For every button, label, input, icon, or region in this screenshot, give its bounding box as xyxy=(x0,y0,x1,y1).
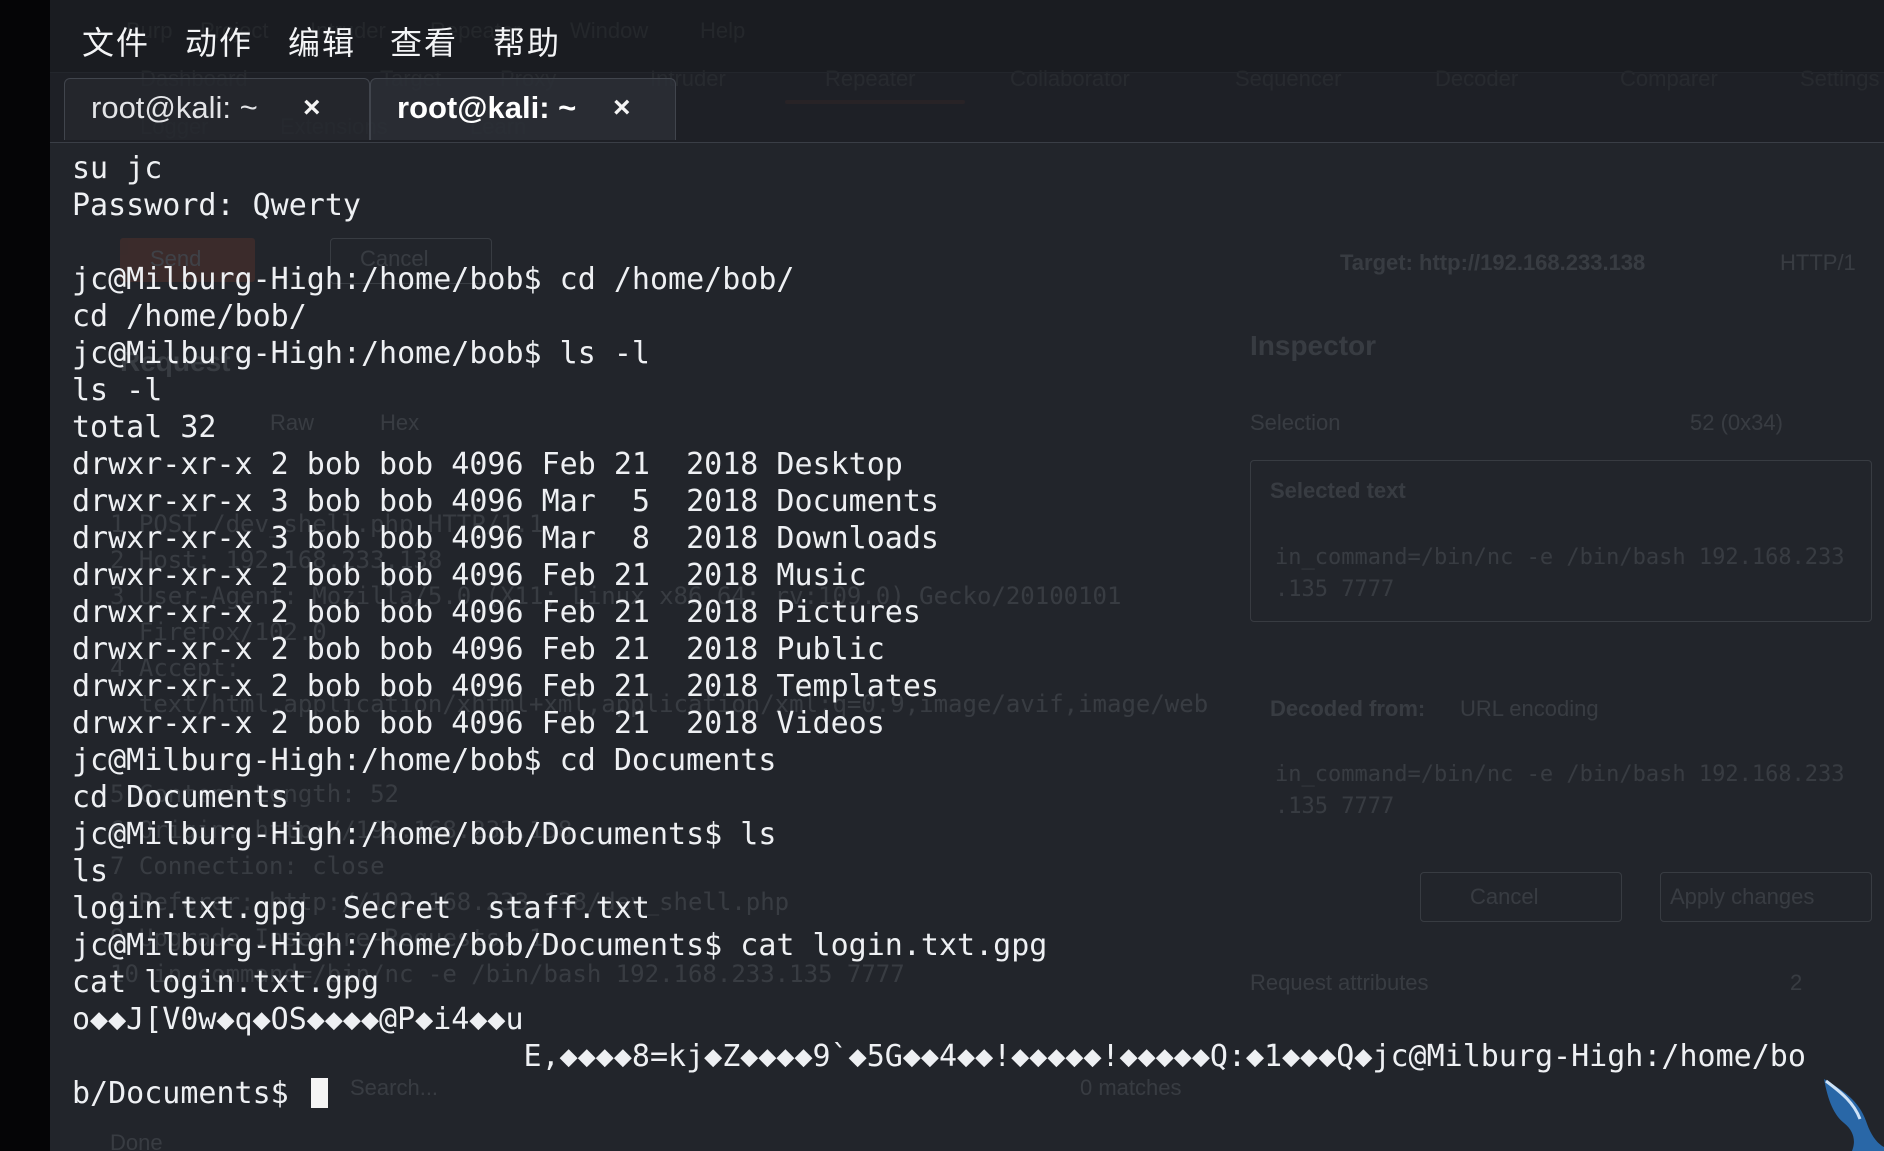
terminal-line: o◆◆J[V0w◆q◆OS◆◆◆◆@P◆i4◆◆u xyxy=(72,1002,524,1037)
terminal-output[interactable]: su jc Password: Qwerty jc@Milburg-High:/… xyxy=(72,150,1872,1140)
terminal-line: drwxr-xr-x 2 bob bob 4096 Feb 21 2018 Te… xyxy=(72,669,939,704)
terminal-prompt-line[interactable]: b/Documents$ xyxy=(72,1075,328,1112)
terminal-line: ls -l xyxy=(72,373,163,408)
tab-close-icon[interactable]: × xyxy=(613,79,631,137)
terminal-line: jc@Milburg-High:/home/bob$ ls -l xyxy=(72,336,650,371)
terminal-menubar: 文件 动作 编辑 查看 帮助 xyxy=(50,0,1884,73)
terminal-line: drwxr-xr-x 3 bob bob 4096 Mar 8 2018 Dow… xyxy=(72,521,939,556)
terminal-window[interactable]: Burp Project Intruder Repeater Window He… xyxy=(50,0,1884,1151)
menu-actions[interactable]: 动作 xyxy=(185,18,253,64)
terminal-line: su jc xyxy=(72,151,163,186)
terminal-line: drwxr-xr-x 3 bob bob 4096 Mar 5 2018 Doc… xyxy=(72,484,939,519)
tab-close-icon[interactable]: × xyxy=(303,79,321,137)
terminal-line: login.txt.gpg Secret staff.txt xyxy=(72,891,650,926)
tab-terminal-1[interactable]: root@kali: ~ × xyxy=(64,78,370,140)
terminal-prompt-text: b/Documents$ xyxy=(72,1076,307,1111)
menu-view[interactable]: 查看 xyxy=(390,18,458,64)
tab-label: root@kali: ~ xyxy=(91,90,258,125)
terminal-line: Password: Qwerty xyxy=(72,188,361,223)
terminal-line: drwxr-xr-x 2 bob bob 4096 Feb 21 2018 Vi… xyxy=(72,706,885,741)
terminal-line: total 32 xyxy=(72,410,217,445)
tab-label: root@kali: ~ xyxy=(397,90,577,125)
terminal-line: cd Documents xyxy=(72,780,289,815)
terminal-line: cat login.txt.gpg xyxy=(72,965,380,1000)
tab-terminal-2[interactable]: root@kali: ~ × xyxy=(370,78,676,140)
menu-edit[interactable]: 编辑 xyxy=(288,18,356,64)
desktop-left-edge xyxy=(0,0,50,1151)
terminal-tabbar: root@kali: ~ × root@kali: ~ × xyxy=(50,72,1884,143)
terminal-line: cd /home/bob/ xyxy=(72,299,307,334)
terminal-line: jc@Milburg-High:/home/bob/Documents$ cat… xyxy=(72,928,1048,963)
terminal-line: drwxr-xr-x 2 bob bob 4096 Feb 21 2018 De… xyxy=(72,447,903,482)
desktop-screen: Burp Project Intruder Repeater Window He… xyxy=(0,0,1884,1151)
terminal-line: jc@Milburg-High:/home/bob$ cd Documents xyxy=(72,743,777,778)
menu-help[interactable]: 帮助 xyxy=(493,18,561,64)
terminal-line: drwxr-xr-x 2 bob bob 4096 Feb 21 2018 Pi… xyxy=(72,595,921,630)
kali-dragon-icon xyxy=(1824,1079,1884,1151)
terminal-line: drwxr-xr-x 2 bob bob 4096 Feb 21 2018 Mu… xyxy=(72,558,867,593)
terminal-cursor xyxy=(310,1078,328,1108)
terminal-line: drwxr-xr-x 2 bob bob 4096 Feb 21 2018 Pu… xyxy=(72,632,885,667)
terminal-line: jc@Milburg-High:/home/bob$ cd /home/bob/ xyxy=(72,262,795,297)
terminal-line: E,◆◆◆◆8=kj◆Z◆◆◆◆9`◆5G◆◆4◆◆!◆◆◆◆◆!◆◆◆◆◆Q:… xyxy=(72,1039,1806,1074)
menu-file[interactable]: 文件 xyxy=(82,18,150,64)
terminal-line: jc@Milburg-High:/home/bob/Documents$ ls xyxy=(72,817,777,852)
terminal-line: ls xyxy=(72,854,109,889)
